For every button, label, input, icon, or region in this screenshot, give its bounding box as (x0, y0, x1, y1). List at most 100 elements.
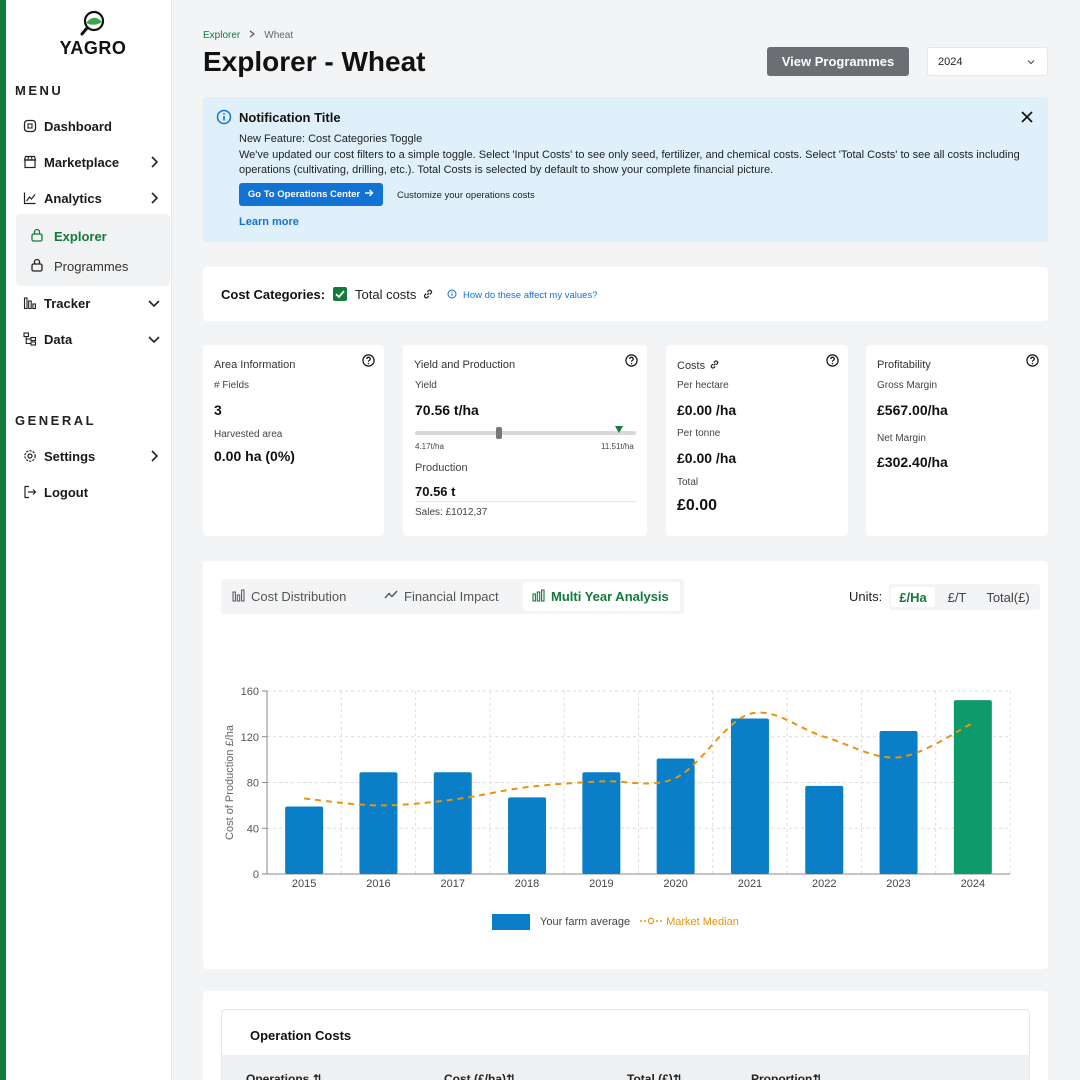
column-header-total[interactable]: Total (£)⇅ (627, 1072, 683, 1080)
sort-icon: ⇅ (506, 1072, 517, 1080)
column-header-label: Proportion (751, 1072, 813, 1080)
legend-label-farm-average: Your farm average (540, 916, 631, 928)
operations-center-button[interactable]: Go To Operations Center (239, 183, 383, 206)
x-tick-label: 2018 (515, 878, 539, 890)
y-tick-label: 0 (253, 869, 259, 881)
year-select-value: 2024 (938, 55, 963, 68)
yield-range-handle[interactable] (496, 427, 502, 439)
column-header-label: Operations (246, 1072, 310, 1080)
analytics-submenu: Explorer Programmes (16, 214, 170, 286)
x-tick-label: 2021 (738, 878, 762, 890)
y-tick-label: 160 (241, 686, 259, 698)
link-icon[interactable] (709, 359, 720, 373)
sidebar-item-label: Programmes (54, 258, 129, 274)
page-title: Explorer - Wheat (203, 46, 426, 77)
sidebar-item-analytics[interactable]: Analytics (16, 182, 168, 214)
column-header-label: Total (£) (627, 1072, 673, 1080)
lock-icon (30, 228, 46, 244)
per-hectare-value: £0.00 /ha (677, 402, 737, 418)
sidebar-item-marketplace[interactable]: Marketplace (16, 146, 168, 178)
gear-icon (22, 448, 38, 464)
sidebar-item-label: Explorer (54, 228, 107, 244)
gross-margin-label: Gross Margin (877, 380, 938, 391)
info-icon (447, 289, 457, 302)
costs-card: Costs Per hectare £0.00 /ha Per tonne £0… (666, 345, 848, 536)
logo-text: YAGRO (59, 38, 127, 58)
yield-label: Yield (415, 380, 437, 391)
x-tick-label: 2022 (812, 878, 836, 890)
legend-label-market-median: Market Median (666, 916, 739, 928)
view-programmes-button[interactable]: View Programmes (767, 47, 909, 76)
column-header-label: Cost (£/ha) (444, 1072, 507, 1080)
x-tick-label: 2017 (441, 878, 465, 890)
logo[interactable]: YAGRO (58, 10, 128, 59)
chevron-right-icon (248, 30, 256, 41)
sidebar-item-settings[interactable]: Settings (16, 440, 168, 472)
column-header-proportion[interactable]: Proportion⇅ (751, 1072, 822, 1080)
bar-2023 (879, 731, 918, 874)
bar-2018 (508, 797, 547, 874)
help-icon[interactable] (1026, 354, 1039, 367)
y-tick-label: 120 (241, 732, 259, 744)
year-select[interactable]: 2024 (927, 47, 1048, 76)
lock-icon (30, 258, 46, 274)
bar-2021 (730, 718, 769, 874)
per-tonne-value: £0.00 /ha (677, 450, 737, 466)
bar-2015 (285, 806, 324, 874)
sidebar-item-logout[interactable]: Logout (16, 476, 168, 508)
notification-subtitle: New Feature: Cost Categories Toggle (239, 133, 423, 145)
chevron-right-icon (146, 190, 162, 206)
how-affect-values-link[interactable]: How do these affect my values? (447, 289, 597, 302)
help-icon[interactable] (625, 354, 638, 367)
link-icon[interactable] (422, 287, 434, 305)
card-heading: Area Information (214, 359, 296, 371)
sidebar-item-explorer[interactable]: Explorer (30, 221, 107, 251)
x-tick-label: 2023 (886, 878, 910, 890)
sidebar-item-label: Settings (44, 448, 96, 464)
sidebar-item-tracker[interactable]: Tracker (16, 287, 168, 319)
operation-costs-title: Operation Costs (250, 1028, 352, 1043)
help-icon[interactable] (362, 354, 375, 367)
area-information-card: Area Information # Fields 3 Harvested ar… (203, 345, 384, 536)
total-costs-checkbox[interactable] (333, 287, 347, 301)
sidebar-item-programmes[interactable]: Programmes (30, 251, 128, 281)
yield-range-min: 4.17t/ha (415, 442, 444, 451)
card-heading-text: Costs (677, 360, 706, 372)
bar-2020 (656, 758, 695, 874)
operation-costs-card: Operation Costs Operations ⇅ Cost (£/ha)… (203, 991, 1048, 1080)
learn-more-link[interactable]: Learn more (239, 216, 299, 228)
breadcrumb-link-explorer[interactable]: Explorer (203, 30, 240, 41)
net-margin-label: Net Margin (877, 433, 926, 444)
chevron-down-icon (1025, 56, 1037, 71)
general-section-label: GENERAL (15, 413, 97, 428)
sidebar-item-label: Tracker (44, 295, 91, 311)
multi-year-chart-card: Cost Distribution Financial Impact Multi… (203, 561, 1048, 969)
x-tick-label: 2024 (961, 878, 985, 890)
bar-2019 (582, 772, 621, 874)
bar-2017 (433, 772, 472, 874)
legend-swatch-farm-average (492, 914, 530, 930)
sidebar: YAGRO MENU Dashboard Marketplace Analyti… (6, 0, 172, 1080)
notification-banner: Notification Title New Feature: Cost Cat… (203, 97, 1048, 242)
yield-production-card: Yield and Production Yield 70.56 t/ha 4.… (403, 345, 647, 536)
column-header-cost[interactable]: Cost (£/ha)⇅ (444, 1072, 516, 1080)
close-icon[interactable] (1020, 110, 1034, 124)
fields-value: 3 (214, 402, 222, 418)
multi-year-chart: 0 40 80 120 160 Cost of Production £/ha 2015 20… (224, 686, 1011, 890)
dashed-line-marker-icon (640, 916, 663, 928)
x-tick-label: 2016 (366, 878, 390, 890)
harvested-area-value: 0.00 ha (0%) (214, 448, 295, 464)
sidebar-item-data[interactable]: Data (16, 323, 168, 355)
breadcrumb: Explorer Wheat (203, 30, 293, 41)
column-header-operations[interactable]: Operations ⇅ (246, 1072, 323, 1080)
sidebar-item-label: Marketplace (44, 154, 120, 170)
help-icon[interactable] (826, 354, 839, 367)
bar-2024 (953, 700, 992, 874)
chevron-right-icon (146, 154, 162, 170)
bar-2022 (805, 785, 844, 874)
yield-range-max: 11.51t/ha (601, 442, 634, 451)
notification-body: We've updated our cost filters to a simp… (239, 149, 1020, 176)
sort-icon: ⇅ (812, 1072, 823, 1080)
sidebar-item-dashboard[interactable]: Dashboard (16, 110, 168, 142)
bar-chart-icon (22, 295, 38, 311)
